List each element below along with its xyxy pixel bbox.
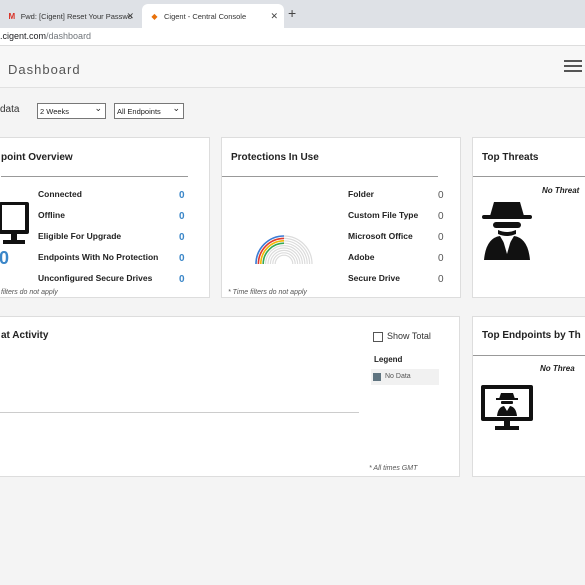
top-endpoints-card: Top Endpoints by Th No Threa bbox=[472, 316, 585, 477]
close-tab-icon[interactable]: ✕ bbox=[126, 11, 134, 22]
protection-label: Secure Drive bbox=[348, 273, 400, 283]
arc-track bbox=[274, 254, 294, 265]
overview-value[interactable]: 0 bbox=[179, 232, 185, 243]
card-title: at Activity bbox=[1, 330, 49, 341]
overview-label: Eligible For Upgrade bbox=[38, 231, 122, 241]
protection-label: Adobe bbox=[348, 252, 375, 262]
gmail-icon: M bbox=[8, 11, 16, 21]
title-divider bbox=[473, 355, 585, 356]
page-title: Dashboard bbox=[8, 62, 81, 77]
tab-label: Fwd: [Cigent] Reset Your Passwo bbox=[20, 11, 132, 21]
tab-label: Cigent - Central Console bbox=[164, 11, 247, 21]
address-bar[interactable]: .cigent.com/dashboard bbox=[0, 28, 585, 46]
tab-cigent[interactable]: ◆ Cigent - Central Console ✕ bbox=[142, 4, 284, 28]
no-threats-text: No Threat bbox=[542, 186, 580, 195]
monitor-spy-icon bbox=[481, 385, 533, 430]
title-divider bbox=[1, 176, 188, 177]
title-divider bbox=[222, 176, 438, 177]
overview-value[interactable]: 0 bbox=[179, 253, 185, 264]
tab-gmail[interactable]: M Fwd: [Cigent] Reset Your Passwo ✕ bbox=[0, 4, 140, 28]
protection-label: Folder bbox=[348, 189, 374, 199]
arc-track bbox=[272, 252, 296, 265]
card-title: Protections In Use bbox=[231, 152, 319, 163]
protection-value: 0 bbox=[438, 253, 444, 264]
legend-item: No Data bbox=[371, 369, 439, 385]
card-title: Top Threats bbox=[482, 152, 539, 163]
title-divider bbox=[473, 176, 585, 177]
time-range-select[interactable]: 2 Weeks bbox=[37, 103, 106, 119]
overview-label: Connected bbox=[38, 189, 82, 199]
endpoints-select[interactable]: All Endpoints bbox=[114, 103, 184, 119]
browser-tab-bar: M Fwd: [Cigent] Reset Your Passwo ✕ ◆ Ci… bbox=[0, 0, 585, 28]
legend-swatch bbox=[373, 373, 381, 381]
filter-note: * Time filters do not apply bbox=[228, 289, 307, 296]
top-threats-card: Top Threats No Threat bbox=[472, 137, 585, 298]
show-total-checkbox[interactable] bbox=[373, 332, 383, 342]
chart-baseline bbox=[0, 412, 359, 413]
filter-label: data bbox=[0, 104, 20, 115]
new-tab-button[interactable]: + bbox=[288, 5, 296, 21]
close-tab-icon[interactable]: ✕ bbox=[270, 11, 278, 22]
card-title: Top Endpoints by Th bbox=[482, 330, 581, 341]
card-title: point Overview bbox=[1, 152, 73, 163]
overview-value[interactable]: 0 bbox=[179, 211, 185, 222]
hamburger-menu-icon[interactable] bbox=[564, 60, 582, 75]
overview-value[interactable]: 0 bbox=[179, 190, 185, 201]
protection-value: 0 bbox=[438, 274, 444, 285]
time-note: * All times GMT bbox=[369, 465, 418, 472]
threat-activity-card: at Activity Show Total Legend No Data * … bbox=[0, 316, 460, 477]
overview-label: Offline bbox=[38, 210, 65, 220]
overview-label: Unconfigured Secure Drives bbox=[38, 273, 153, 283]
protection-value: 0 bbox=[438, 190, 444, 201]
monitor-icon bbox=[0, 202, 29, 244]
cigent-icon: ◆ bbox=[151, 11, 158, 21]
protections-card: Protections In Use Folder 0 Custom File … bbox=[221, 137, 461, 298]
overview-label: Endpoints With No Protection bbox=[38, 252, 159, 262]
url-path: /dashboard bbox=[46, 31, 92, 41]
protection-value: 0 bbox=[438, 211, 444, 222]
protection-label: Microsoft Office bbox=[348, 231, 413, 241]
protection-label: Custom File Type bbox=[348, 210, 419, 220]
url-host: .cigent.com bbox=[0, 31, 47, 41]
app-header: Dashboard bbox=[0, 46, 585, 88]
no-threats-text: No Threa bbox=[540, 364, 575, 373]
protection-value: 0 bbox=[438, 232, 444, 243]
arc-series bbox=[255, 235, 285, 265]
filter-note: filters do not apply bbox=[1, 289, 58, 296]
overview-value[interactable]: 0 bbox=[179, 274, 185, 285]
show-total-label: Show Total bbox=[387, 331, 431, 341]
endpoint-overview-card: point Overview 0 Connected 0 Offline 0 E… bbox=[0, 137, 210, 298]
legend-title: Legend bbox=[374, 355, 403, 364]
endpoint-count: 0 bbox=[0, 248, 10, 268]
protections-arc-chart bbox=[255, 235, 313, 265]
spy-icon bbox=[482, 202, 532, 260]
legend-label: No Data bbox=[385, 373, 411, 380]
